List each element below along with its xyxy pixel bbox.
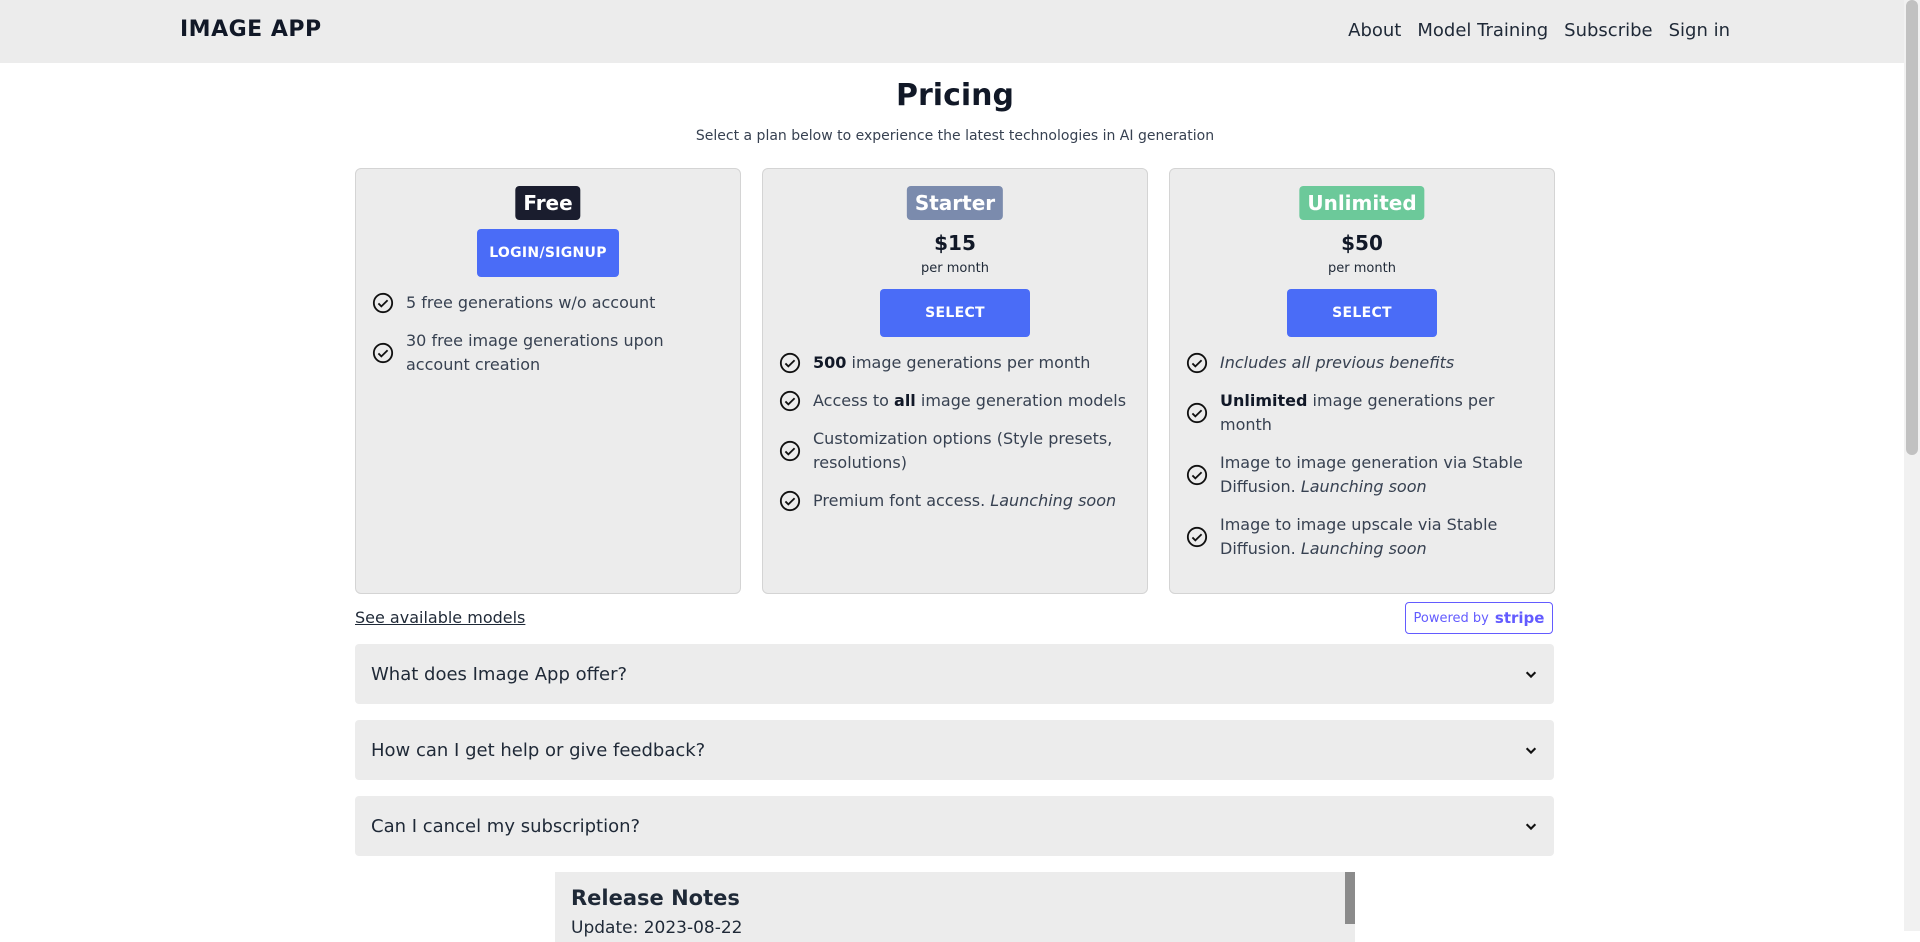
release-notes-panel: Release Notes Update: 2023-08-22	[555, 872, 1355, 942]
feature-item: Premium font access. Launching soon	[779, 489, 1135, 513]
plan-card-free: Free LOGIN/SIGNUP 5 free generations w/o…	[355, 168, 741, 594]
select-starter-button[interactable]: SELECT	[880, 289, 1030, 337]
plan-features-unlimited: Includes all previous benefits Unlimited…	[1186, 351, 1542, 575]
nav-model-training[interactable]: Model Training	[1417, 20, 1548, 41]
plan-badge-starter: Starter	[906, 186, 1004, 220]
check-circle-icon	[779, 352, 801, 374]
release-notes-title: Release Notes	[571, 886, 740, 910]
feature-text: 30 free image generations upon account c…	[406, 331, 664, 374]
feature-text: Image to image upscale via Stable Diffus…	[1220, 515, 1498, 558]
faq-item-offer[interactable]: What does Image App offer?	[355, 644, 1554, 704]
plan-period: per month	[921, 261, 989, 276]
plan-price: $15	[934, 231, 976, 255]
feature-item: Includes all previous benefits	[1186, 351, 1542, 375]
feature-item: 500 image generations per month	[779, 351, 1135, 375]
faq-item-cancel[interactable]: Can I cancel my subscription?	[355, 796, 1554, 856]
feature-text: Access to all image generation models	[813, 391, 1127, 410]
brand-logo[interactable]: IMAGE APP	[180, 17, 322, 42]
feature-text: Premium font access. Launching soon	[813, 491, 1117, 510]
plan-badge-free: Free	[515, 186, 581, 220]
login-signup-button[interactable]: LOGIN/SIGNUP	[477, 229, 619, 277]
chevron-down-icon	[1525, 671, 1537, 679]
check-circle-icon	[1186, 464, 1208, 486]
feature-item: Access to all image generation models	[779, 389, 1135, 413]
check-circle-icon	[372, 292, 394, 314]
faq-question: Can I cancel my subscription?	[371, 815, 641, 837]
plan-card-starter: Starter $15 per month SELECT 500 image g…	[762, 168, 1148, 594]
feature-text: Includes all previous benefits	[1220, 353, 1455, 372]
select-unlimited-button[interactable]: SELECT	[1287, 289, 1437, 337]
chevron-down-icon	[1525, 747, 1537, 755]
nav-subscribe[interactable]: Subscribe	[1564, 20, 1652, 41]
check-circle-icon	[372, 342, 394, 364]
feature-text: Image to image generation via Stable Dif…	[1220, 453, 1523, 496]
stripe-logo: stripe	[1494, 609, 1545, 627]
feature-text: 500 image generations per month	[813, 353, 1091, 372]
nav-sign-in[interactable]: Sign in	[1669, 20, 1730, 41]
plan-card-unlimited: Unlimited $50 per month SELECT Includes …	[1169, 168, 1555, 594]
feature-text: 5 free generations w/o account	[406, 293, 656, 312]
check-circle-icon	[779, 390, 801, 412]
plan-badge-unlimited: Unlimited	[1299, 186, 1425, 220]
feature-text: Unlimited image generations per month	[1220, 391, 1495, 434]
feature-item: Unlimited image generations per month	[1186, 389, 1542, 437]
faq-item-help[interactable]: How can I get help or give feedback?	[355, 720, 1554, 780]
feature-text: Customization options (Style presets, re…	[813, 429, 1113, 472]
check-circle-icon	[1186, 402, 1208, 424]
top-navbar: IMAGE APP About Model Training Subscribe…	[0, 0, 1904, 63]
feature-item: Image to image upscale via Stable Diffus…	[1186, 513, 1542, 561]
plan-price: $50	[1341, 231, 1383, 255]
main-nav: About Model Training Subscribe Sign in	[1348, 20, 1730, 41]
feature-item: 30 free image generations upon account c…	[372, 329, 728, 377]
stripe-prefix: Powered by	[1413, 610, 1489, 626]
faq-question: How can I get help or give feedback?	[371, 739, 706, 761]
plan-features-free: 5 free generations w/o account 30 free i…	[372, 291, 728, 391]
check-circle-icon	[1186, 352, 1208, 374]
see-available-models-link[interactable]: See available models	[355, 608, 525, 627]
powered-by-stripe-badge[interactable]: Powered by stripe	[1405, 602, 1553, 634]
feature-item: Customization options (Style presets, re…	[779, 427, 1135, 475]
chevron-down-icon	[1525, 823, 1537, 831]
plan-features-starter: 500 image generations per month Access t…	[779, 351, 1135, 527]
page-title: Pricing	[896, 78, 1014, 113]
page-subtitle: Select a plan below to experience the la…	[695, 128, 1215, 144]
faq-question: What does Image App offer?	[371, 663, 628, 685]
release-notes-scrollbar[interactable]	[1345, 872, 1355, 924]
check-circle-icon	[1186, 526, 1208, 548]
check-circle-icon	[779, 490, 801, 512]
plan-period: per month	[1328, 261, 1396, 276]
release-notes-update: Update: 2023-08-22	[571, 918, 743, 938]
page-scrollbar-thumb[interactable]	[1906, 0, 1918, 455]
nav-about[interactable]: About	[1348, 20, 1401, 41]
feature-item: Image to image generation via Stable Dif…	[1186, 451, 1542, 499]
check-circle-icon	[779, 440, 801, 462]
feature-item: 5 free generations w/o account	[372, 291, 728, 315]
